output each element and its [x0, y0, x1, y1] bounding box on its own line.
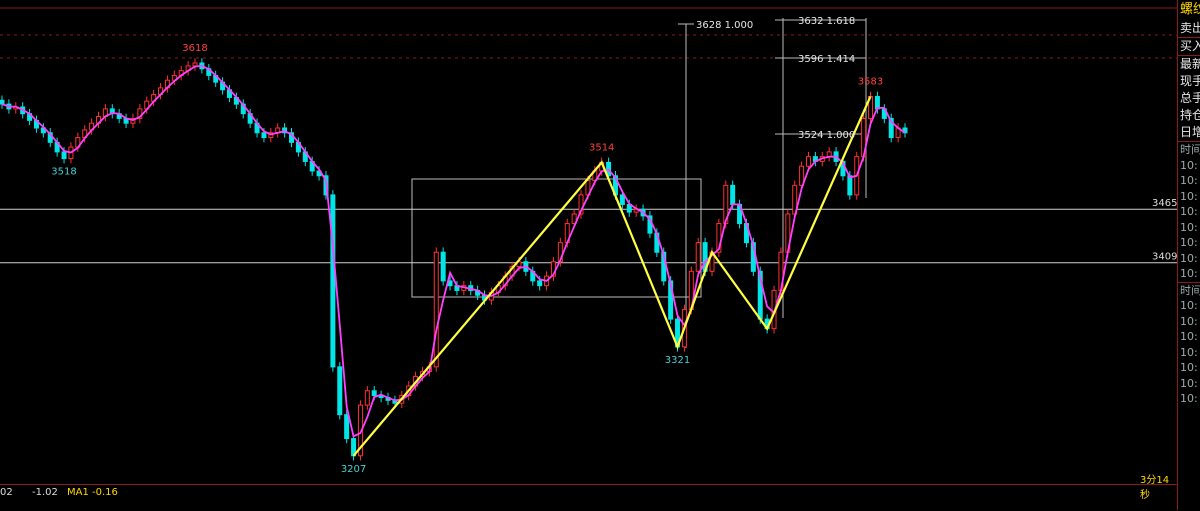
- indicator-value-2: -1.02: [32, 487, 58, 498]
- price-label: 3583: [858, 76, 883, 87]
- panel-latest: 最新: [1180, 57, 1200, 71]
- candle-body: [0, 99, 5, 105]
- fib-label: 3524 1.000: [798, 130, 855, 141]
- panel-open-interest: 持仓: [1180, 108, 1200, 122]
- panel-daily-inc: 日增: [1178, 124, 1200, 142]
- candle-body: [805, 156, 811, 167]
- panel-time-row: 10:: [1180, 299, 1198, 312]
- panel-volume-now: 现手: [1180, 74, 1200, 88]
- price-chart: 3465 3409 3618 3518 3207 3514 3321 3583 3628 1.…: [0, 7, 1177, 475]
- ma-label: MA1 -0.16: [67, 487, 118, 498]
- fib-label: 3632 1.618: [798, 16, 855, 27]
- candle-body: [695, 242, 701, 272]
- price-label: 3207: [341, 464, 366, 475]
- indicator-bar: 02 -1.02 MA1 -0.16 3分14秒: [0, 475, 1177, 511]
- panel-time-row: 10:: [1180, 158, 1198, 172]
- panel-buy: 买入: [1178, 38, 1200, 56]
- price-label: 3618: [182, 43, 207, 54]
- candle-body: [847, 175, 853, 196]
- price-label: 3518: [51, 167, 76, 178]
- indicator-value-1: 02: [0, 487, 13, 498]
- fib-label: 3596 1.414: [798, 54, 855, 65]
- panel-sell: 卖出: [1178, 20, 1200, 38]
- panel-time-row: 10:: [1180, 392, 1198, 405]
- candle-body: [371, 390, 377, 397]
- panel-volume-total: 总手: [1180, 91, 1200, 105]
- panel-time-row: 10:: [1180, 251, 1198, 265]
- candle-body: [364, 390, 370, 406]
- candle-body: [440, 251, 446, 282]
- panel-time-row: 10:: [1180, 361, 1198, 374]
- candle-body: [337, 366, 343, 416]
- fib-label: 3628 1.000: [696, 20, 753, 31]
- candle-body: [261, 132, 267, 139]
- candle-body: [192, 62, 198, 67]
- panel-time-row: 10:: [1178, 266, 1200, 283]
- candle-body: [537, 280, 543, 287]
- labels-layer: 3618 3518 3207 3514 3321 3583 3628 1.000 3632 1…: [51, 16, 883, 475]
- candle-body: [330, 194, 336, 368]
- panel-time-row: 10:: [1180, 220, 1198, 234]
- ma-line: [1, 64, 906, 438]
- panel-time-row: 10:: [1180, 330, 1198, 343]
- panel-time-row: 10:: [1180, 174, 1198, 187]
- level-label: 3409: [1152, 252, 1177, 263]
- candle-body: [433, 251, 439, 368]
- panel-time-header: 时间: [1180, 143, 1200, 156]
- candle-body: [619, 194, 625, 205]
- candle-body: [730, 184, 736, 205]
- panel-time-header-2: 时间: [1180, 283, 1200, 297]
- panel-time-row: 10:: [1180, 345, 1198, 359]
- panel-time-row: 10:: [1180, 236, 1198, 249]
- candle-body: [61, 151, 67, 160]
- candle-body: [344, 414, 350, 440]
- panel-time-row: 10:: [1180, 376, 1198, 390]
- price-label: 3321: [665, 355, 690, 366]
- panel-time-row: 10:: [1180, 314, 1198, 328]
- countdown-timer: 3分14秒: [1140, 475, 1170, 501]
- panel-time-row: 10:: [1180, 205, 1198, 218]
- panel-time-row: 10:: [1180, 189, 1198, 203]
- quote-panel: 螺纹 卖出 买入 最新 现手 总手 持仓 日增 时间 10: 10: 10: 1…: [1177, 0, 1200, 510]
- panel-title: 螺纹: [1180, 2, 1200, 17]
- levels-layer: 3465 3409: [0, 198, 1177, 264]
- price-label: 3514: [589, 142, 614, 153]
- grid-layer: [0, 7, 1177, 59]
- ma-layer: [1, 64, 906, 438]
- level-label: 3465: [1152, 198, 1177, 209]
